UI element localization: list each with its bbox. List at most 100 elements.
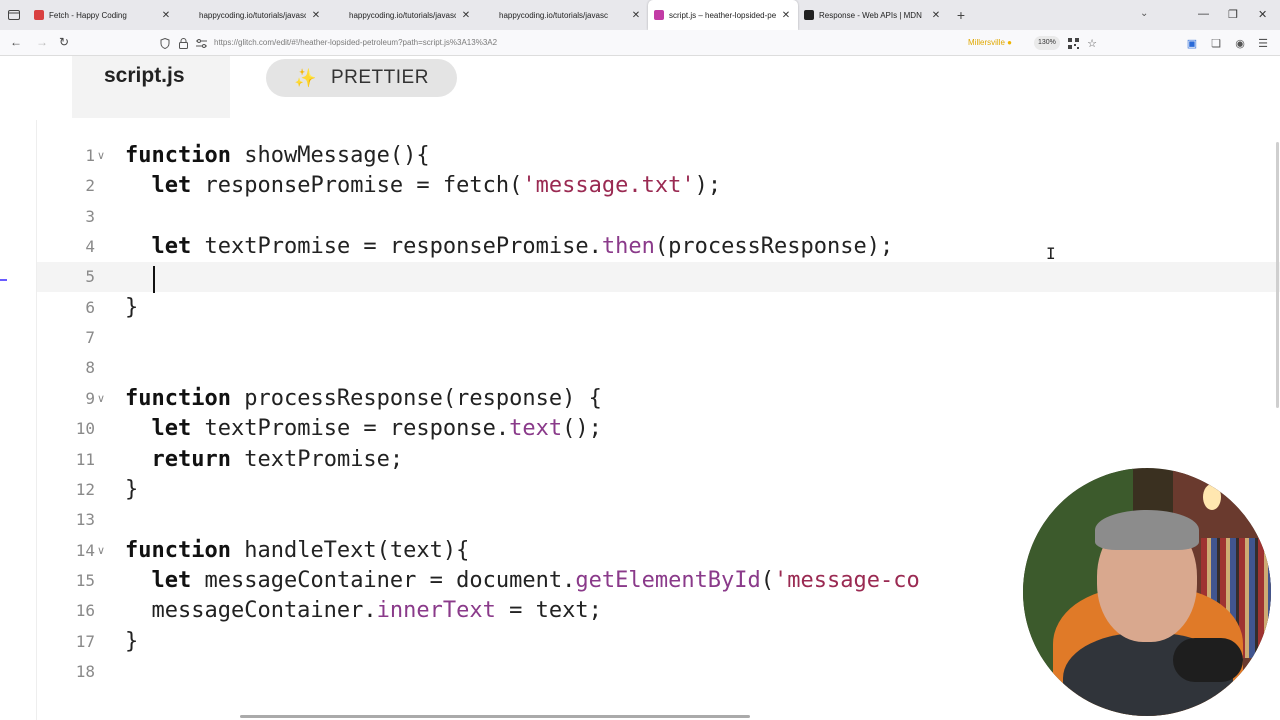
app-menu-icon[interactable]: ☰ bbox=[1256, 36, 1270, 50]
tab-title: Response - Web APIs | MDN bbox=[819, 10, 922, 20]
vertical-scrollbar[interactable] bbox=[1276, 142, 1279, 408]
code-text: return textPromise; bbox=[151, 446, 404, 472]
ibeam-cursor-icon: I bbox=[1046, 244, 1056, 263]
code-text: function processResponse(response) { bbox=[125, 385, 602, 411]
tab-list-icon[interactable] bbox=[0, 0, 28, 30]
line-number: 12 bbox=[75, 479, 95, 499]
line-number: 7 bbox=[85, 328, 95, 348]
bookmark-star-icon[interactable]: ☆ bbox=[1085, 36, 1099, 50]
code-text: messageContainer.innerText = text; bbox=[125, 598, 602, 624]
forward-arrow-icon[interactable]: → bbox=[36, 35, 48, 49]
tab-favicon-icon bbox=[484, 10, 494, 20]
line-number: 11 bbox=[75, 449, 95, 469]
tab-title: happycoding.io/tutorials/javasc bbox=[499, 10, 608, 20]
line-number: 1 bbox=[85, 146, 95, 165]
reload-icon[interactable]: ↻ bbox=[59, 35, 69, 49]
prettier-button[interactable]: ✨ PRETTIER bbox=[266, 59, 457, 97]
code-line[interactable]: 3 bbox=[37, 202, 1280, 232]
fold-chevron-icon[interactable]: ∨ bbox=[97, 384, 105, 414]
line-number: 5 bbox=[85, 267, 95, 287]
new-tab-button[interactable]: + bbox=[948, 0, 974, 30]
qr-code-icon[interactable] bbox=[1066, 36, 1080, 50]
code-text: } bbox=[125, 294, 139, 320]
line-number: 9 bbox=[85, 388, 95, 408]
change-marker bbox=[0, 279, 7, 281]
line-number: 15 bbox=[75, 570, 95, 590]
permissions-icon[interactable] bbox=[194, 36, 208, 50]
line-number: 3 bbox=[85, 206, 95, 226]
code-line[interactable]: 5 bbox=[37, 262, 1280, 293]
window-close-icon[interactable]: ✕ bbox=[1258, 8, 1267, 21]
tab-title: script.js – heather-lopsided-pe bbox=[669, 10, 776, 20]
fold-chevron-icon[interactable]: ∨ bbox=[97, 141, 105, 171]
extension-blue-icon[interactable]: ▣ bbox=[1185, 36, 1199, 50]
file-tab-label: script.js bbox=[104, 64, 185, 87]
prettier-button-label: PRETTIER bbox=[330, 67, 429, 88]
code-text: let textPromise = responsePromise.then(p… bbox=[151, 234, 894, 260]
browser-tab[interactable]: happycoding.io/tutorials/javasc ✕ bbox=[478, 0, 648, 30]
tracking-shield-icon[interactable] bbox=[158, 36, 172, 50]
line-number: 18 bbox=[75, 661, 95, 681]
browser-tab[interactable]: happycoding.io/tutorials/javascript ✕ bbox=[328, 0, 478, 30]
tab-close-icon[interactable]: ✕ bbox=[460, 10, 472, 21]
code-line[interactable]: 8 bbox=[37, 353, 1280, 383]
browser-tab-bar: Fetch - Happy Coding ✕ happycoding.io/tuto… bbox=[0, 0, 1280, 30]
line-number: 17 bbox=[75, 631, 95, 651]
horizontal-scrollbar[interactable] bbox=[240, 715, 750, 718]
line-number: 2 bbox=[85, 176, 95, 196]
tab-title: happycoding.io/tutorials/javascript bbox=[349, 10, 456, 20]
sidebar-band bbox=[0, 56, 36, 120]
code-text: let textPromise = response.text(); bbox=[151, 416, 602, 442]
location-badge-label: Millersville bbox=[968, 38, 1005, 47]
microphone bbox=[1173, 638, 1243, 682]
line-number: 16 bbox=[75, 601, 95, 621]
tab-favicon-icon bbox=[804, 10, 814, 20]
sparkle-icon: ✨ bbox=[294, 67, 317, 88]
tab-strip: Fetch - Happy Coding ✕ happycoding.io/tuto… bbox=[28, 0, 948, 30]
code-line[interactable]: 6} bbox=[37, 293, 1280, 323]
browser-tab[interactable]: happycoding.io/tutorials/javascript ✕ bbox=[178, 0, 328, 30]
line-number: 4 bbox=[85, 237, 95, 257]
code-line[interactable]: 1 ∨ function showMessage(){ bbox=[37, 141, 1280, 171]
code-line[interactable]: 4 let textPromise = responsePromise.then… bbox=[37, 232, 1280, 262]
location-badge[interactable]: Millersville ● bbox=[968, 38, 1012, 47]
lock-icon[interactable] bbox=[176, 36, 190, 50]
account-icon[interactable]: ◉ bbox=[1233, 36, 1247, 50]
tab-close-icon[interactable]: ✕ bbox=[160, 10, 172, 21]
sun-icon: ● bbox=[1007, 38, 1012, 47]
back-arrow-icon[interactable]: ← bbox=[10, 35, 22, 49]
code-line[interactable]: 2 let responsePromise = fetch('message.t… bbox=[37, 171, 1280, 201]
code-text: let responsePromise = fetch('message.txt… bbox=[151, 173, 722, 199]
line-number: 8 bbox=[85, 358, 95, 378]
code-text: } bbox=[125, 476, 139, 502]
code-line[interactable]: 10 let textPromise = response.text(); bbox=[37, 414, 1280, 444]
tab-title: Fetch - Happy Coding bbox=[49, 10, 127, 20]
fold-chevron-icon[interactable]: ∨ bbox=[97, 536, 105, 566]
code-line[interactable]: 9 ∨ function processResponse(response) { bbox=[37, 384, 1280, 414]
code-line[interactable]: 7 bbox=[37, 323, 1280, 353]
restore-icon[interactable]: ❐ bbox=[1228, 8, 1238, 21]
file-tab-strip bbox=[0, 56, 1280, 120]
line-number: 13 bbox=[75, 510, 95, 530]
tab-close-icon[interactable]: ✕ bbox=[780, 10, 792, 21]
minimize-icon[interactable]: — bbox=[1198, 8, 1209, 20]
left-panel bbox=[0, 120, 36, 720]
tab-favicon-icon bbox=[34, 10, 44, 20]
code-text: let messageContainer = document.getEleme… bbox=[151, 567, 920, 593]
line-number: 10 bbox=[75, 419, 95, 439]
tab-title: happycoding.io/tutorials/javascript bbox=[199, 10, 306, 20]
code-text: function handleText(text){ bbox=[125, 537, 470, 563]
extensions-puzzle-icon[interactable]: ❏ bbox=[1209, 36, 1223, 50]
lamp bbox=[1203, 484, 1221, 510]
zoom-level-badge[interactable]: 130% bbox=[1034, 36, 1060, 50]
tab-close-icon[interactable]: ✕ bbox=[630, 10, 642, 21]
line-number: 6 bbox=[85, 297, 95, 317]
list-all-tabs-icon[interactable]: ⌄ bbox=[1140, 8, 1148, 19]
tab-close-icon[interactable]: ✕ bbox=[310, 10, 322, 21]
code-text: } bbox=[125, 628, 139, 654]
browser-tab[interactable]: Fetch - Happy Coding ✕ bbox=[28, 0, 178, 30]
address-bar-url[interactable]: https://glitch.com/edit/#!/heather-lopsi… bbox=[214, 38, 497, 47]
browser-tab[interactable]: script.js – heather-lopsided-pe ✕ bbox=[648, 0, 798, 30]
tab-close-icon[interactable]: ✕ bbox=[930, 10, 942, 21]
browser-tab[interactable]: Response - Web APIs | MDN ✕ bbox=[798, 0, 948, 30]
